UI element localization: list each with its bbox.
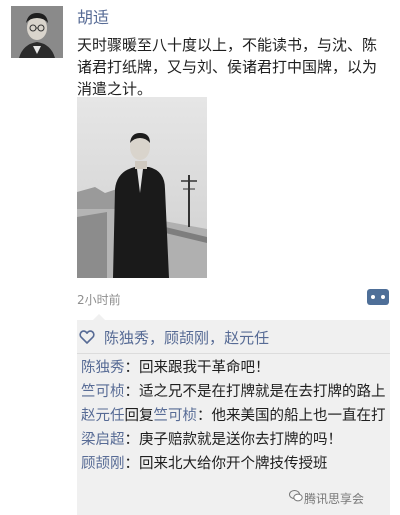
likes-comments-panel: 陈独秀，顾颉刚，赵元任 陈独秀：回来跟我干革命吧！ 竺可桢：适之兄不是在打牌就是… bbox=[77, 320, 390, 515]
reply-label: 回复 bbox=[124, 408, 154, 424]
comment-text: ：回来北大给你开个牌技传授班 bbox=[124, 456, 328, 472]
comment-text: ：回来跟我干革命吧！ bbox=[124, 360, 270, 376]
commenter-name[interactable]: 梁启超 bbox=[81, 432, 125, 448]
liker-name[interactable]: 陈独秀 bbox=[104, 329, 149, 347]
watermark-text: 腾讯思享会 bbox=[304, 492, 365, 506]
heart-outline-icon bbox=[79, 330, 95, 344]
post-photo[interactable] bbox=[77, 97, 207, 278]
commenter-name[interactable]: 顾颉刚 bbox=[81, 456, 125, 472]
reply-target-name[interactable]: 竺可桢 bbox=[154, 408, 198, 424]
likes-row: 陈独秀，顾颉刚，赵元任 bbox=[77, 320, 390, 354]
more-dot bbox=[371, 295, 375, 299]
commenter-name[interactable]: 陈独秀 bbox=[81, 360, 125, 376]
wechat-icon bbox=[289, 490, 303, 502]
comment-item[interactable]: 竺可桢：适之兄不是在打牌就是在去打牌的路上 bbox=[81, 382, 386, 403]
author-name[interactable]: 胡适 bbox=[77, 4, 109, 28]
comment-item[interactable]: 赵元任回复竺可桢：他来美国的船上也一直在打 bbox=[81, 406, 386, 427]
liker-name[interactable]: 赵元任 bbox=[224, 329, 269, 347]
more-dot bbox=[381, 295, 385, 299]
post-text: 天时骤暖至八十度以上，不能读书，与沈、陈诸君打纸牌，又与刘、侯诸君打中国牌，以为… bbox=[77, 36, 378, 98]
liker-separator: ， bbox=[209, 329, 225, 347]
comment-item[interactable]: 陈独秀：回来跟我干革命吧！ bbox=[81, 358, 386, 379]
commenter-name[interactable]: 赵元任 bbox=[81, 408, 125, 424]
liker-name[interactable]: 顾颉刚 bbox=[164, 329, 209, 347]
post-time: 2小时前 bbox=[77, 293, 121, 307]
comment-text: ：他来美国的船上也一直在打 bbox=[197, 408, 386, 424]
more-dots-icon[interactable] bbox=[367, 289, 389, 305]
liker-separator: ， bbox=[149, 329, 165, 347]
comment-item[interactable]: 梁启超：庚子赔款就是送你去打牌的吗！ bbox=[81, 430, 386, 451]
comment-text: ：适之兄不是在打牌就是在去打牌的路上 bbox=[124, 384, 386, 400]
comment-list: 陈独秀：回来跟我干革命吧！ 竺可桢：适之兄不是在打牌就是在去打牌的路上 赵元任回… bbox=[81, 358, 386, 478]
likers-list: 陈独秀，顾颉刚，赵元任 bbox=[104, 327, 269, 348]
comment-item[interactable]: 顾颉刚：回来北大给你开个牌技传授班 bbox=[81, 454, 386, 475]
commenter-name[interactable]: 竺可桢 bbox=[81, 384, 125, 400]
comment-text: ：庚子赔款就是送你去打牌的吗！ bbox=[124, 432, 343, 448]
author-avatar[interactable] bbox=[11, 6, 63, 58]
